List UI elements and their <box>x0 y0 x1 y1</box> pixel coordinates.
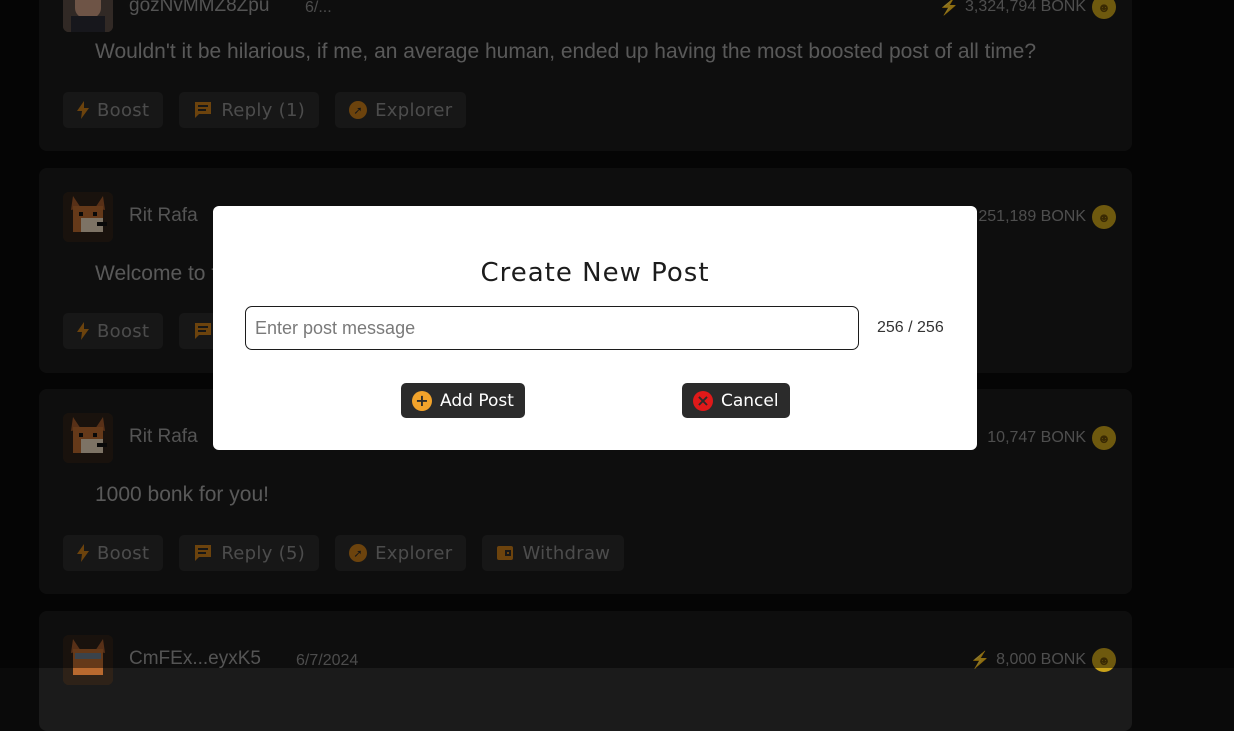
add-post-button[interactable]: + Add Post <box>401 383 525 418</box>
create-post-modal: Create New Post 256 / 256 + Add Post × C… <box>213 206 977 450</box>
modal-title: Create New Post <box>480 258 710 288</box>
x-circle-icon: × <box>693 390 713 411</box>
post-message-input[interactable] <box>245 306 859 350</box>
plus-circle-icon: + <box>412 390 432 411</box>
cancel-button[interactable]: × Cancel <box>682 383 790 418</box>
char-counter: 256 / 256 <box>877 319 944 336</box>
cancel-label: Cancel <box>721 390 779 411</box>
add-post-label: Add Post <box>440 390 514 411</box>
